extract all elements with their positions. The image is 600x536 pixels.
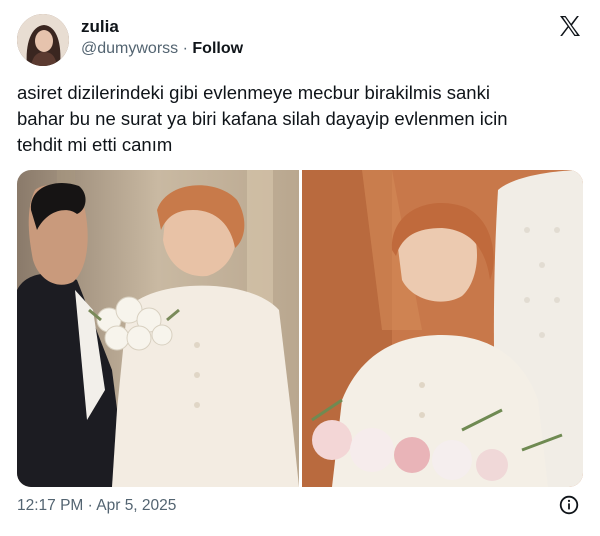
photo-couple-with-bouquet[interactable] bbox=[17, 170, 299, 487]
author-handle[interactable]: @dumyworss bbox=[81, 40, 178, 57]
tweet-line: bahar bu ne surat ya biri kafana silah d… bbox=[17, 108, 508, 129]
follow-button[interactable]: Follow bbox=[192, 40, 243, 57]
author-avatar[interactable] bbox=[17, 14, 69, 66]
tweet-text: asiret dizilerindeki gibi evlenmeye mecb… bbox=[17, 80, 583, 158]
tweet-line: tehdit mi etti canım bbox=[17, 134, 173, 155]
info-icon[interactable] bbox=[559, 495, 579, 515]
tweet-timestamp[interactable]: 12:17 PM · Apr 5, 2025 bbox=[17, 497, 176, 515]
media-gallery bbox=[17, 170, 583, 487]
handle-separator: · bbox=[182, 40, 188, 57]
x-logo-icon[interactable] bbox=[558, 14, 582, 38]
avatar-image bbox=[17, 14, 69, 66]
author-handle-row: @dumyworss · Follow bbox=[81, 40, 243, 58]
tweet-line: asiret dizilerindeki gibi evlenmeye mecb… bbox=[17, 82, 490, 103]
photo-bride-closeup[interactable] bbox=[302, 170, 583, 487]
author-name[interactable]: zulia bbox=[81, 17, 119, 37]
